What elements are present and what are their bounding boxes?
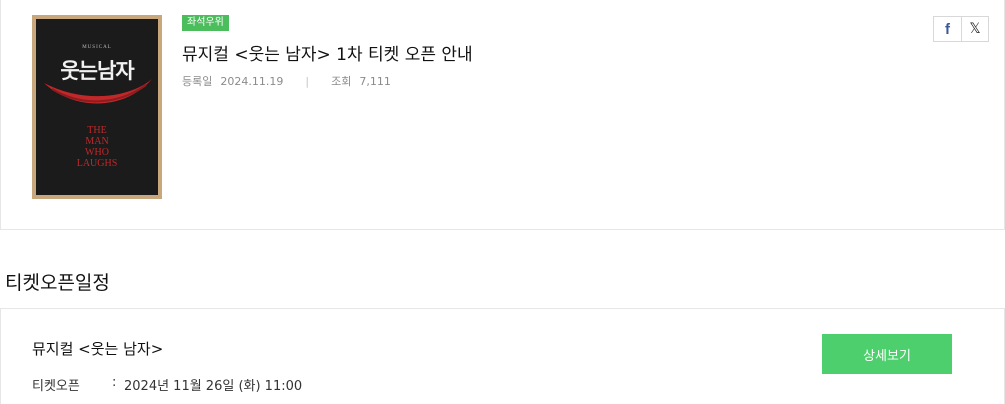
facebook-share-button[interactable]: f: [934, 17, 961, 41]
section-title: 티켓오픈일정: [5, 272, 110, 294]
x-icon: 𝕏: [969, 21, 981, 37]
views-label: 조회: [331, 75, 352, 88]
notice-meta: 등록일 2024.11.19 | 조회 7,111: [182, 73, 391, 89]
notice-card: MUSICAL 웃는남자 THE MAN WHO LAUGHS 좌석우위 뮤지컬…: [0, 0, 1005, 230]
meta-separator: |: [305, 75, 310, 88]
poster-title-en: THE MAN WHO LAUGHS: [76, 125, 118, 169]
date-label: 등록일: [182, 75, 213, 88]
ticket-open-label: 티켓오픈: [32, 379, 80, 394]
x-share-button[interactable]: 𝕏: [961, 17, 988, 41]
poster-title-ko: 웃는남자: [60, 59, 134, 83]
ticket-open-datetime: 2024년 11월 26일 (화) 11:00: [124, 379, 303, 394]
poster-image[interactable]: MUSICAL 웃는남자 THE MAN WHO LAUGHS: [32, 15, 162, 199]
facebook-icon: f: [945, 20, 950, 38]
share-buttons: f 𝕏: [933, 16, 989, 42]
ticket-open-colon: :: [112, 375, 117, 390]
poster-artwork: MUSICAL 웃는남자 THE MAN WHO LAUGHS: [36, 19, 158, 195]
poster-musical-label: MUSICAL: [82, 45, 112, 50]
schedule-card: 뮤지컬 <웃는 남자> 티켓오픈 : 2024년 11월 26일 (화) 11:…: [0, 308, 1005, 404]
date-value: 2024.11.19: [220, 75, 284, 88]
category-badge: 좌석우위: [182, 15, 229, 31]
notice-title: 뮤지컬 <웃는 남자> 1차 티켓 오픈 안내: [182, 45, 473, 65]
detail-view-button[interactable]: 상세보기: [822, 334, 952, 374]
show-name: 뮤지컬 <웃는 남자>: [32, 340, 164, 358]
views-value: 7,111: [359, 75, 391, 88]
